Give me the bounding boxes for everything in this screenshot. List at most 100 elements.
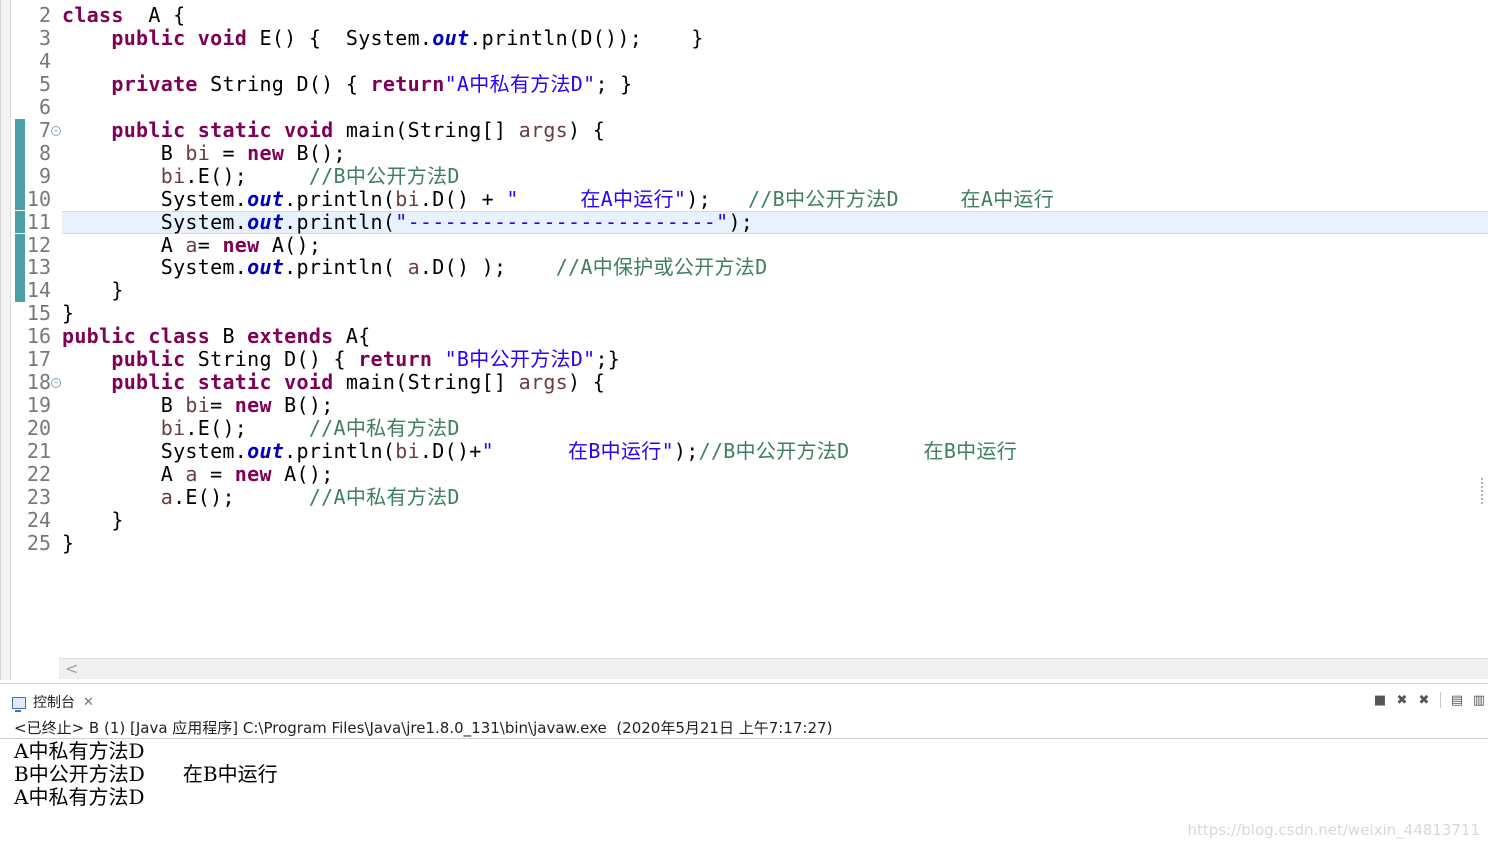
code-token: .E(); (185, 416, 309, 441)
code-token: .println( (284, 439, 396, 464)
line-number: 25 (26, 530, 51, 555)
code-line[interactable]: a.E(); //A中私有方法D (62, 484, 1488, 509)
code-line[interactable]: System.out.println(bi.D() + " 在A中运行"); /… (62, 186, 1488, 211)
clear-console-icon[interactable]: ▤ (1448, 691, 1466, 709)
code-token: .D() ); (419, 255, 556, 280)
line-number: 8 (38, 140, 51, 165)
code-line[interactable]: B bi= new B(); (62, 394, 1488, 417)
fold-toggle-icon[interactable]: − (51, 125, 61, 136)
code-line[interactable]: public String D() { return "B中公开方法D";} (62, 348, 1488, 371)
fold-toggle-icon[interactable]: − (51, 378, 61, 389)
code-token: void (284, 117, 334, 142)
code-line[interactable]: bi.E(); //B中公开方法D (62, 163, 1488, 188)
line-number: 2 (38, 3, 51, 27)
line-number: 10 (26, 186, 51, 211)
code-token: out (432, 25, 470, 50)
code-token: a (185, 462, 198, 486)
code-token: .E(); (173, 484, 309, 509)
close-icon[interactable]: ✕ (83, 692, 94, 714)
code-token: bi (395, 439, 420, 464)
line-number: 9 (38, 163, 51, 188)
remove-launch-icon[interactable]: ✖ (1393, 691, 1411, 709)
change-marker (15, 118, 25, 142)
terminate-icon[interactable]: ■ (1371, 691, 1389, 709)
code-token: a (185, 232, 198, 257)
tab-console[interactable]: 控制台 ✕ (12, 692, 94, 714)
code-line[interactable]: } (62, 279, 1488, 302)
code-editor[interactable]: 2 3 4 5 6 7 8 9 10 11 12 13 14 15 16 17 18 19 20 21 22 23 24 25… (0, 0, 1488, 680)
code-line[interactable]: System.out.println(bi.D()+" 在B中运行");//B中… (62, 440, 1488, 463)
code-token: " 在B中运行" (481, 439, 674, 464)
code-token: out (247, 209, 285, 234)
code-line[interactable]: } (62, 302, 1488, 325)
code-line[interactable]: A a = new A(); (62, 463, 1488, 486)
code-token: " 在A中运行" (506, 186, 687, 211)
code-line[interactable]: B bi = new B(); (62, 140, 1488, 165)
code-line[interactable]: System.out.println( a.D() ); //A中保护或公开方法… (62, 256, 1488, 279)
remove-all-icon[interactable]: ✖ (1415, 691, 1433, 709)
code-line[interactable]: public static void main(String[] args) { (62, 117, 1488, 142)
code-token: static (197, 117, 272, 142)
code-token: = (197, 232, 223, 257)
code-token: class (148, 324, 211, 349)
code-token: B(); (284, 140, 346, 165)
console-output: A中私有方法D B中公开方法D 在B中运行 A中私有方法D (14, 740, 278, 809)
code-line[interactable] (62, 96, 1488, 119)
code-token: .println( (284, 209, 396, 234)
code-line[interactable]: A a= new A(); (62, 232, 1488, 257)
line-number: 13 (26, 255, 51, 280)
code-token: //A中保护或公开方法D (555, 255, 768, 280)
code-line[interactable]: } (62, 531, 1488, 555)
code-line[interactable]: class A { (62, 4, 1488, 27)
console-output-line: A中私有方法D (14, 785, 145, 809)
line-number: 20 (26, 416, 51, 441)
code-token: .D()+ (419, 439, 482, 464)
code-token: public (111, 117, 186, 142)
line-number: 23 (26, 484, 51, 509)
code-line[interactable]: System.out.println("--------------------… (62, 209, 1488, 234)
code-token: .E(); (185, 163, 309, 188)
code-token: "-------------------------" (395, 209, 729, 234)
code-token: void (284, 370, 334, 395)
code-token: "A中私有方法D" (444, 71, 596, 96)
code-token: B (62, 140, 186, 165)
change-marker (15, 279, 25, 303)
code-token: .println( (284, 186, 396, 211)
code-token: A { (123, 3, 186, 27)
code-token: E() { System. (247, 25, 433, 50)
line-number: 22 (26, 462, 51, 486)
code-token: args (518, 117, 569, 142)
code-line[interactable]: } (62, 508, 1488, 532)
change-marker (15, 256, 25, 280)
code-line[interactable]: bi.E(); //A中私有方法D (62, 417, 1488, 440)
code-token: new (222, 232, 260, 257)
code-token: ) { (568, 370, 606, 395)
code-token: ); (728, 209, 754, 234)
resize-handle[interactable] (1481, 478, 1487, 504)
code-token: static (197, 370, 272, 395)
scroll-left-icon[interactable]: < (65, 659, 78, 679)
code-area[interactable]: class A { public void E() { System.out.p… (62, 0, 1488, 660)
editor-left-border (1, 0, 11, 680)
scroll-lock-icon[interactable]: ▥ (1470, 691, 1488, 709)
code-token: out (247, 439, 285, 464)
code-line[interactable]: private String D() { return"A中私有方法D"; } (62, 71, 1488, 96)
code-line[interactable] (62, 50, 1488, 73)
line-number: 19 (26, 393, 51, 418)
code-line[interactable]: public static void main(String[] args) { (62, 371, 1488, 394)
horizontal-scrollbar[interactable]: < (59, 658, 1488, 679)
code-line[interactable]: public class B extends A{ (62, 325, 1488, 348)
line-number: 3 (38, 25, 51, 50)
code-token: bi (395, 186, 420, 211)
code-token: extends (247, 324, 334, 349)
code-token: return (358, 347, 433, 372)
code-token: public (111, 370, 186, 395)
code-token: bi (185, 393, 211, 418)
code-token: B(); (271, 393, 334, 418)
code-line[interactable]: public void E() { System.out.println(D()… (62, 25, 1488, 50)
